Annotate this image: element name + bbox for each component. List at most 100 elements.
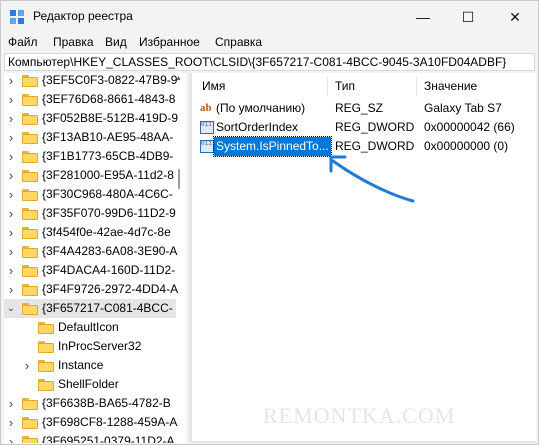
column-header-name[interactable]: Имя	[202, 77, 225, 95]
folder-icon	[22, 436, 38, 443]
minimize-button[interactable]: —	[400, 1, 446, 33]
value-row[interactable]: ab (По умолчанию) REG_SZ Galaxy Tab S7	[192, 99, 536, 118]
value-data: Galaxy Tab S7	[424, 101, 502, 115]
tree-item[interactable]: › {3F4F9726-2972-4DD4-A	[4, 280, 179, 299]
chevron-right-icon[interactable]: ›	[6, 90, 16, 109]
chevron-right-icon[interactable]: ›	[6, 185, 16, 204]
tree-item[interactable]: › {3F13AB10-AE95-48AA-	[4, 128, 176, 147]
chevron-right-icon[interactable]: ›	[6, 394, 16, 413]
scrollbar-thumb[interactable]	[178, 169, 180, 189]
chevron-right-icon[interactable]: ›	[6, 261, 16, 280]
close-button[interactable]: ✕	[492, 1, 538, 33]
tree-item[interactable]: ShellFolder	[4, 375, 176, 394]
chevron-right-icon[interactable]: ›	[22, 356, 32, 375]
chevron-right-icon[interactable]: ›	[6, 73, 16, 90]
tree-item[interactable]: › {3F695251-0379-11D2-A	[4, 432, 176, 443]
chevron-right-icon[interactable]: ›	[6, 242, 16, 261]
registry-editor-window: Редактор реестра — ☐ ✕ Файл Правка Вид И…	[0, 0, 539, 445]
tree-item-label: {3F657217-C081-4BCC-	[42, 301, 173, 315]
value-data: 0x00000042 (66)	[424, 120, 515, 134]
values-list-pane[interactable]: Имя Тип Значение ab (По умолчанию) REG_SZ G…	[192, 73, 536, 443]
column-separator[interactable]	[416, 77, 417, 95]
menu-edit[interactable]: Правка	[53, 35, 94, 49]
tree-item[interactable]: › {3F698CF8-1288-459A-A	[4, 413, 178, 432]
tree-item-label: {3EF76D68-8661-4843-8	[42, 92, 176, 106]
tree-item[interactable]: › {3F6638B-BA65-4782-B	[4, 394, 176, 413]
folder-icon	[38, 360, 54, 372]
tree-item[interactable]: › {3F281000-E95A-11d2-8	[4, 166, 176, 185]
tree-item[interactable]: InProcServer32	[4, 337, 176, 356]
tree-item-label: {3F13AB10-AE95-48AA-	[42, 130, 174, 144]
folder-icon	[22, 303, 38, 315]
value-name[interactable]: SortOrderIndex	[216, 118, 298, 137]
minimize-icon: —	[416, 9, 430, 25]
value-name[interactable]: System.IsPinnedTo...	[213, 136, 332, 157]
chevron-right-icon[interactable]: ›	[6, 432, 16, 443]
close-icon: ✕	[509, 8, 521, 25]
tree-item-label: {3F6638B-BA65-4782-B	[42, 396, 171, 410]
tree-item-label: Instance	[58, 358, 104, 372]
column-header-value[interactable]: Значение	[424, 77, 477, 95]
tree-item[interactable]: › {3F35F070-99D6-11D2-9	[4, 204, 176, 223]
tree-item[interactable]: › {3EF5C0F3-0822-47B9-9	[4, 73, 178, 90]
maximize-icon: ☐	[461, 8, 475, 25]
chevron-down-icon[interactable]: ⌄	[6, 299, 16, 318]
list-bottom-edge	[189, 441, 536, 443]
chevron-right-icon[interactable]: ›	[6, 128, 16, 147]
chevron-right-icon[interactable]: ›	[6, 413, 16, 432]
value-name[interactable]: (По умолчанию)	[216, 99, 305, 118]
tree-item-label: {3F4DACA4-160D-11D2-	[42, 263, 176, 277]
maximize-button[interactable]: ☐	[445, 1, 491, 33]
column-header-type[interactable]: Тип	[335, 77, 355, 95]
value-row[interactable]: 011 110SortOrderIndex REG_DWORD 0x00000042…	[192, 118, 536, 137]
menu-favorites[interactable]: Избранное	[139, 35, 200, 49]
tree-item[interactable]: › {3F4A4283-6A08-3E90-A	[4, 242, 178, 261]
chevron-right-icon[interactable]: ›	[6, 204, 16, 223]
folder-icon	[22, 94, 38, 106]
tree-item[interactable]: DefaultIcon	[4, 318, 176, 337]
chevron-right-icon[interactable]: ›	[6, 147, 16, 166]
folder-icon	[22, 151, 38, 163]
tree-item[interactable]: › {3f454f0e-42ae-4d7c-8e	[4, 223, 176, 242]
binary-value-icon: 011 110	[200, 140, 214, 153]
registry-editor-icon	[10, 10, 24, 24]
menu-help[interactable]: Справка	[215, 35, 262, 49]
string-value-icon: ab	[200, 102, 212, 114]
chevron-right-icon[interactable]: ›	[6, 109, 16, 128]
title-bar[interactable]: Редактор реестра — ☐ ✕	[1, 1, 538, 33]
tree-item-label: {3F1B1773-65CB-4DB9-	[42, 149, 174, 163]
tree-item-label: ShellFolder	[58, 377, 119, 391]
tree-item[interactable]: › {3F4DACA4-160D-11D2-	[4, 261, 176, 280]
key-tree-pane[interactable]: › {3EF5C0F3-0822-47B9-9 › {3EF76D68-8661-48…	[4, 73, 186, 443]
tree-scrollbar[interactable]: ▲	[175, 73, 183, 443]
folder-icon	[22, 113, 38, 125]
tree-item[interactable]: › {3F30C968-480A-4C6C-	[4, 185, 176, 204]
tree-item[interactable]: › {3F052B8E-512B-419D-9	[4, 109, 178, 128]
annotation-arrow	[329, 155, 415, 203]
menu-bar: Файл Правка Вид Избранное Справка	[1, 33, 538, 53]
tree-item-label: {3F4F9726-2972-4DD4-A	[42, 282, 179, 296]
menu-file[interactable]: Файл	[8, 35, 38, 49]
folder-icon	[22, 417, 38, 429]
folder-icon	[38, 341, 54, 353]
chevron-right-icon[interactable]: ›	[6, 166, 16, 185]
folder-icon	[38, 322, 54, 334]
tree-item-label: {3F281000-E95A-11d2-8	[42, 168, 174, 182]
menu-view[interactable]: Вид	[105, 35, 127, 49]
tree-item[interactable]: › {3EF76D68-8661-4843-8	[4, 90, 176, 109]
tree-item[interactable]: › Instance	[4, 356, 176, 375]
folder-icon	[22, 132, 38, 144]
address-bar[interactable]: Компьютер\HKEY_CLASSES_ROOT\CLSID\{3F657…	[4, 53, 535, 71]
value-type: REG_SZ	[335, 101, 384, 115]
scroll-up-icon[interactable]: ▲	[175, 75, 182, 82]
tree-item-label: {3F695251-0379-11D2-A	[42, 434, 175, 443]
watermark: REMONTKA.COM	[263, 403, 456, 428]
chevron-right-icon[interactable]: ›	[6, 280, 16, 299]
chevron-right-icon[interactable]: ›	[6, 223, 16, 242]
value-data: 0x00000000 (0)	[424, 139, 509, 153]
tree-item-label: {3F4A4283-6A08-3E90-A	[42, 244, 178, 258]
tree-item[interactable]: ⌄ {3F657217-C081-4BCC-	[4, 299, 176, 318]
tree-item-label: {3EF5C0F3-0822-47B9-9	[42, 73, 178, 87]
column-separator[interactable]	[327, 77, 328, 95]
tree-item[interactable]: › {3F1B1773-65CB-4DB9-	[4, 147, 176, 166]
